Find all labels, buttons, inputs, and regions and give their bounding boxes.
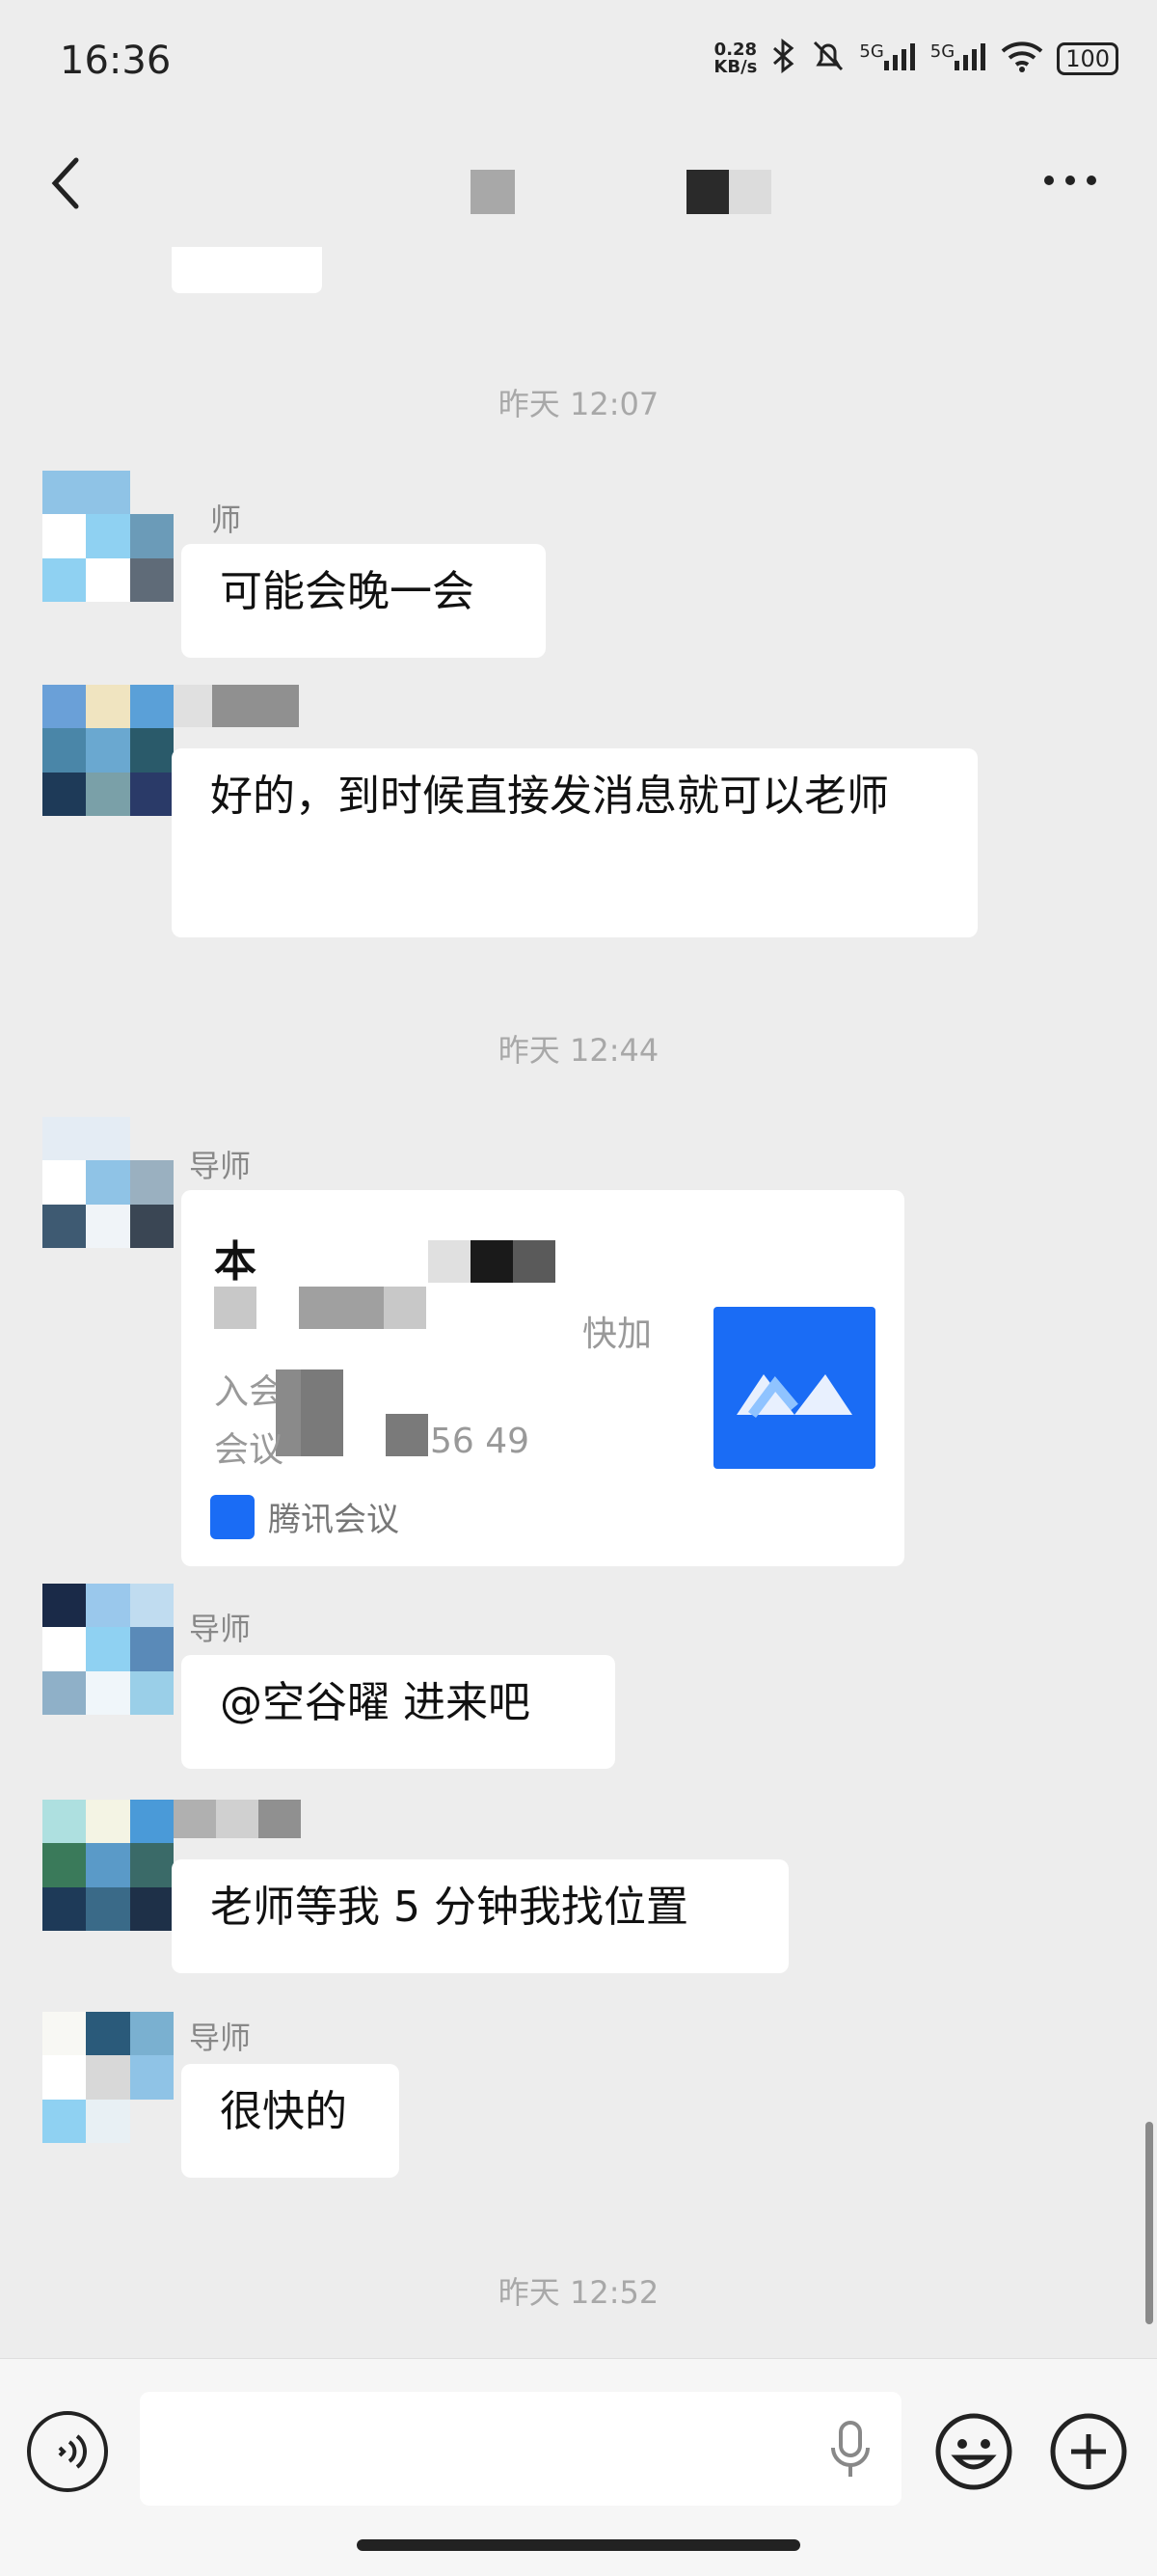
message-text: @空谷曜 进来吧 (220, 1678, 530, 1727)
voice-icon[interactable] (27, 2411, 108, 2492)
timestamp: 昨天 12:44 (498, 1032, 659, 1069)
signal-icon: 5G (859, 41, 916, 76)
sender-name: 导师 (189, 2020, 252, 2056)
avatar[interactable] (42, 1117, 174, 1248)
tencent-meeting-icon (210, 1494, 255, 1539)
timestamp: 昨天 12:52 (498, 2274, 659, 2311)
bluetooth-icon (770, 38, 797, 79)
card-line2: 入会 (214, 1372, 284, 1412)
plus-icon[interactable] (1048, 2411, 1129, 2492)
sender-name: 导师 (189, 1148, 252, 1184)
message-bubble[interactable]: 好的，到时候直接发消息就可以老师 (172, 748, 978, 937)
avatar[interactable] (42, 2012, 174, 2143)
card-blur (428, 1240, 471, 1283)
status-icons: 0.28 KB/s 5G 5G 100 (713, 38, 1118, 79)
avatar[interactable] (42, 471, 174, 602)
emoji-icon[interactable] (933, 2411, 1014, 2492)
card-line3-prefix: 会议 (214, 1430, 284, 1470)
card-blur-8 (301, 1369, 343, 1456)
sender-name-blur-3 (258, 1800, 301, 1838)
card-line3: 56 49 (430, 1422, 530, 1461)
timestamp: 昨天 12:07 (498, 386, 659, 422)
status-time: 16:36 (60, 39, 172, 83)
message-text: 可能会晚一会 (220, 567, 474, 616)
card-blur-2 (471, 1240, 513, 1283)
chat-title-blur-3 (729, 170, 771, 214)
message-input[interactable] (140, 2392, 901, 2506)
sender-name: 导师 (189, 1611, 252, 1647)
message-text: 老师等我 5 分钟我找位置 (210, 1883, 688, 1932)
previous-bubble-fragment (172, 247, 322, 293)
message-bubble[interactable]: 老师等我 5 分钟我找位置 (172, 1859, 789, 1973)
microphone-icon[interactable] (827, 2419, 874, 2482)
sender-name: 师 (210, 502, 242, 538)
sender-name-blur (174, 1800, 216, 1838)
network-speed: 0.28 KB/s (713, 40, 758, 77)
message-bubble[interactable]: @空谷曜 进来吧 (181, 1655, 615, 1769)
sender-name-blur-2 (212, 685, 299, 727)
wifi-icon (1001, 40, 1043, 78)
sender-name-blur (174, 685, 212, 727)
signal-icon-2: 5G (930, 41, 987, 76)
card-blur-6 (384, 1287, 426, 1329)
message-bubble[interactable]: 很快的 (181, 2064, 399, 2178)
chat-header (0, 125, 1157, 241)
card-blur-9 (386, 1414, 428, 1456)
chat-title-blur-2 (686, 170, 729, 214)
sender-name-blur-2 (216, 1800, 258, 1838)
message-text: 很快的 (220, 2087, 347, 2136)
card-title: 本 (214, 1237, 256, 1287)
scrollbar[interactable] (1145, 2122, 1153, 2324)
message-text: 好的，到时候直接发消息就可以老师 (210, 772, 889, 821)
chevron-left-icon[interactable] (43, 154, 92, 212)
card-blur-4 (214, 1287, 256, 1329)
card-blur-3 (513, 1240, 555, 1283)
avatar[interactable] (42, 1800, 174, 1931)
ellipsis-icon[interactable] (1041, 166, 1099, 195)
avatar[interactable] (42, 685, 174, 816)
chat-title-blur (471, 170, 515, 214)
avatar[interactable] (42, 1584, 174, 1715)
card-source: 腾讯会议 (210, 1493, 399, 1540)
card-line1: 快加 (582, 1315, 653, 1354)
battery-indicator: 100 (1057, 42, 1118, 75)
card-source-label: 腾讯会议 (268, 1501, 399, 1539)
card-blur-5 (299, 1287, 384, 1329)
tencent-meeting-logo-icon (713, 1307, 875, 1469)
home-indicator[interactable] (357, 2539, 800, 2551)
mute-bell-icon (811, 39, 846, 79)
message-bubble[interactable]: 可能会晚一会 (181, 544, 546, 658)
